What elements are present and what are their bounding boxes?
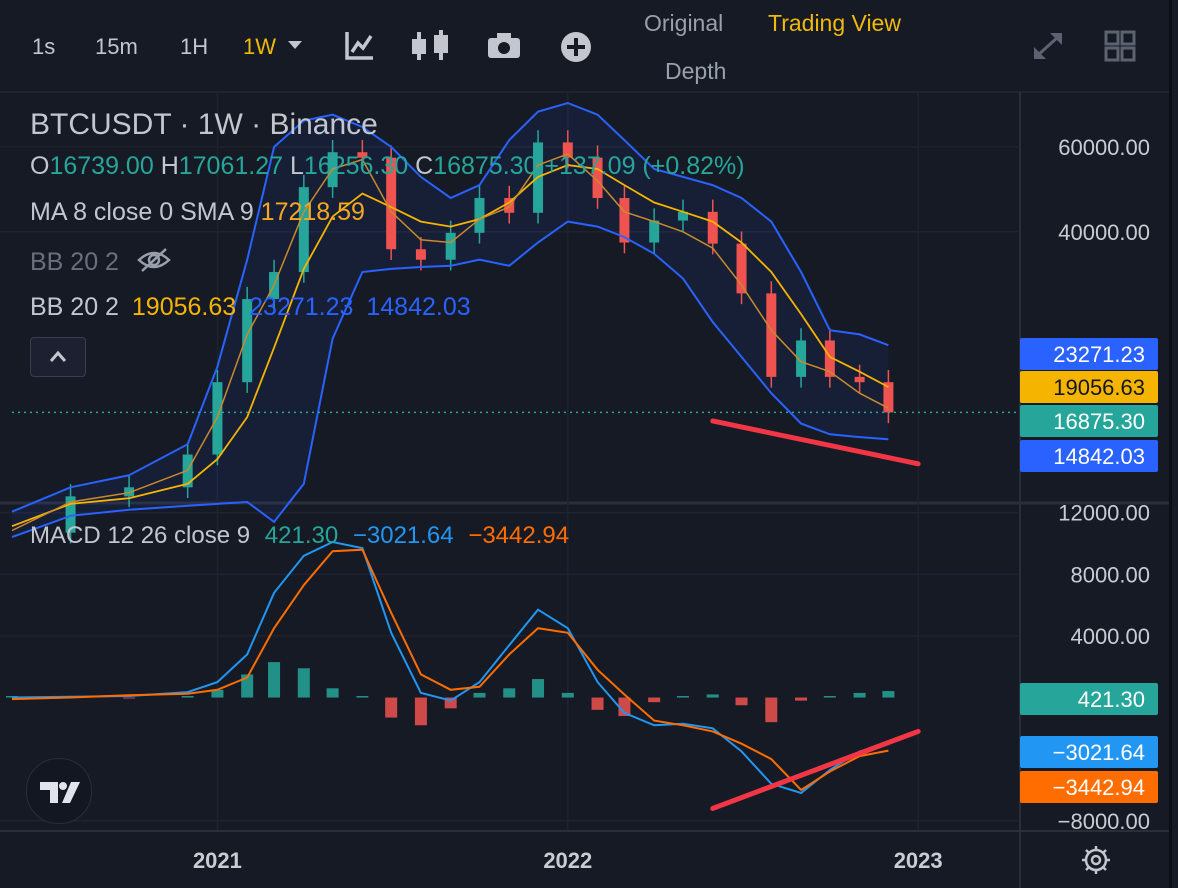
bb-hidden-label: BB 20 2 <box>30 248 119 277</box>
bb-label: BB 20 2 <box>30 293 119 321</box>
bb-upper-value: 23271.23 <box>249 293 354 321</box>
bb-hidden-legend[interactable]: BB 20 2 <box>30 246 172 281</box>
macd-tick-label: 4000.00 <box>1070 624 1150 649</box>
eye-hidden-icon[interactable] <box>136 246 172 281</box>
macd-hist-bar-2022-12 <box>882 691 895 698</box>
candle-body-2021-10 <box>474 198 485 233</box>
macd-label: MACD 12 26 close 9 <box>30 522 251 549</box>
tradingview-logo <box>26 758 92 824</box>
macd-tick-label: 12000.00 <box>1058 501 1150 526</box>
ma-legend[interactable]: MA 8 close 0 SMA 9 17218.59 <box>30 198 365 227</box>
candle-body-2022-06 <box>707 211 718 244</box>
ohlc-close-label: C <box>415 152 434 180</box>
candle-body-2021-09 <box>445 232 456 260</box>
ohlc-legend: O16739.00 H17061.27 L16256.30 C16875.30 … <box>30 152 745 181</box>
bb-legend[interactable]: BB 20 2 19056.63 23271.23 14842.03 <box>30 293 471 322</box>
bb-lower-value: 14842.03 <box>366 293 471 321</box>
macd-hist-bar-2022-11 <box>853 692 866 698</box>
macd-hist-bar-2021-12 <box>532 679 545 698</box>
candle-body-2022-04 <box>649 220 660 243</box>
macd-hist-bar-2021-10 <box>473 692 486 698</box>
macd-hist-bar-2022-08 <box>765 697 778 723</box>
macd-hist-bar-2022-06 <box>706 694 719 698</box>
collapse-legend-button[interactable] <box>30 337 86 377</box>
macd-hist-bar-2022-10 <box>823 695 836 698</box>
macd-badge: −3021.64 <box>1053 740 1145 765</box>
ohlc-close: 16875.30 <box>433 152 538 180</box>
candle-body-2022-08 <box>766 293 777 377</box>
macd-hist-value: 421.30 <box>264 522 339 549</box>
price-tick-label: 40000.00 <box>1058 220 1150 245</box>
macd-hist-bar-2022-05 <box>676 695 689 698</box>
ohlc-open: 16739.00 <box>49 152 154 180</box>
macd-hist-bar-2020-10 <box>123 697 136 699</box>
price-badge: 16875.30 <box>1053 409 1145 434</box>
ohlc-low: 16256.30 <box>303 152 409 180</box>
macd-hist-bar-2022-09 <box>795 697 808 701</box>
macd-hist-bar-2022-01 <box>561 692 574 698</box>
candle-body-2021-08 <box>415 249 426 260</box>
symbol-title: BTCUSDT · 1W · Binance <box>30 108 378 141</box>
time-label-2023: 2023 <box>894 848 943 873</box>
macd-tick-label: 8000.00 <box>1070 562 1150 587</box>
gear-icon[interactable] <box>1080 844 1112 881</box>
ohlc-change: +137.09 (+0.82%) <box>544 152 745 180</box>
ohlc-low-label: L <box>289 152 304 180</box>
macd-badge: 421.30 <box>1078 687 1145 712</box>
price-badge: 14842.03 <box>1053 444 1145 469</box>
macd-hist-bar-2021-06 <box>356 695 369 698</box>
macd-hist-bar-2021-05 <box>326 688 339 698</box>
time-label-2021: 2021 <box>193 848 242 873</box>
macd-hist-bar-2021-07 <box>385 697 398 718</box>
macd-tick-label: −8000.00 <box>1058 809 1150 834</box>
macd-badge: −3442.94 <box>1053 775 1145 800</box>
time-label-2022: 2022 <box>543 848 592 873</box>
price-badge: 23271.23 <box>1053 342 1145 367</box>
macd-hist-bar-2022-02 <box>591 697 604 710</box>
ohlc-open-label: O <box>30 152 50 180</box>
price-badge: 19056.63 <box>1053 375 1145 400</box>
macd-line-value: −3021.64 <box>352 522 454 549</box>
macd-hist-bar-2021-04 <box>297 668 310 698</box>
ohlc-high-label: H <box>160 152 179 180</box>
macd-legend[interactable]: MACD 12 26 close 9 421.30 −3021.64 −3442… <box>30 522 569 550</box>
macd-hist-bar-2022-07 <box>735 697 748 706</box>
bb-basis-value: 19056.63 <box>131 293 237 321</box>
ma-value: 17218.59 <box>260 198 365 226</box>
price-tick-label: 60000.00 <box>1058 135 1150 160</box>
macd-hist-bar-2020-12 <box>181 695 194 698</box>
macd-signal-value: −3442.94 <box>468 522 570 549</box>
candle-body-2022-11 <box>854 376 865 383</box>
macd-hist-bar-2021-03 <box>268 662 281 698</box>
macd-hist-bar-2021-11 <box>503 688 516 698</box>
macd-hist-bar-2022-04 <box>648 697 661 703</box>
ma-label: MA 8 close 0 SMA 9 <box>30 198 254 226</box>
ohlc-high: 17061.27 <box>178 152 284 180</box>
macd-hist-bar-2021-08 <box>414 697 427 726</box>
